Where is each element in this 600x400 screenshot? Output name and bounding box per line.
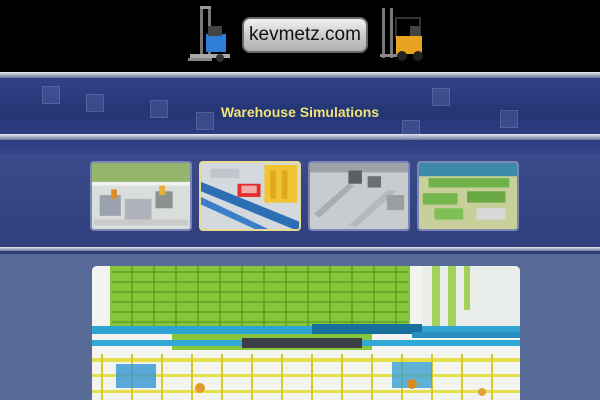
thumbnail-2[interactable] [199,161,301,231]
main-simulation-image [92,266,520,400]
warehouse-scene-4-image [419,163,517,229]
blue-forklift-icon [188,6,230,62]
warehouse-rack-scene [92,266,520,400]
warehouse-scene-3-image [310,163,408,229]
strip-divider [0,247,600,251]
decorative-square [42,86,60,104]
bottom-pipe-divider [0,134,600,140]
page-title: Warehouse Simulations [220,104,380,120]
site-logo[interactable]: kevmetz.com [242,17,368,53]
warehouse-scene-2-image [201,163,299,229]
yellow-forklift-icon [380,8,423,61]
thumbnail-4[interactable] [417,161,519,231]
site-header: kevmetz.com [0,0,600,72]
top-pipe-divider [0,72,600,78]
thumbnail-1[interactable] [90,161,192,231]
warehouse-scene-1-image [92,163,190,229]
thumbnail-3[interactable] [308,161,410,231]
decorative-square [402,120,420,138]
